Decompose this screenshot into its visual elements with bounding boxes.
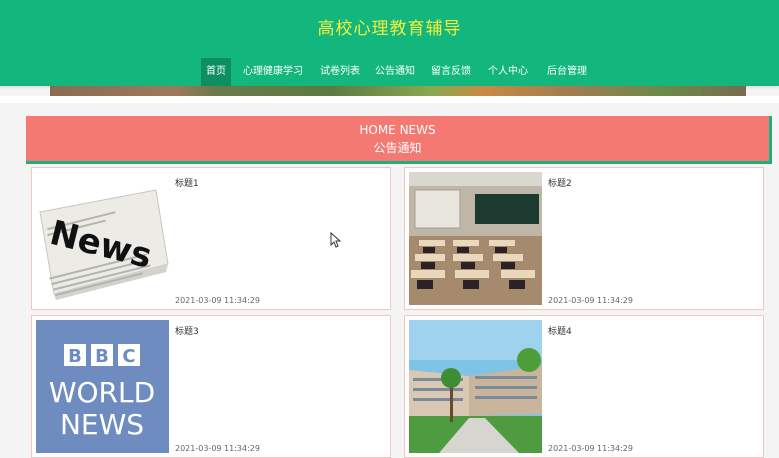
classroom-image[interactable] — [409, 172, 542, 305]
nav-item-home[interactable]: 首页 — [201, 58, 231, 86]
nav-item-mental-health-study[interactable]: 心理健康学习 — [238, 58, 308, 86]
card-date: 2021-03-09 11:34:29 — [548, 296, 633, 305]
banner-image — [50, 86, 746, 96]
campus-image[interactable] — [409, 320, 542, 453]
banner-gap — [0, 96, 779, 103]
card-date: 2021-03-09 11:34:29 — [175, 296, 260, 305]
bbc-letter: C — [122, 346, 135, 367]
news-word: NEWS — [60, 408, 144, 441]
card-title[interactable]: 标题3 — [175, 324, 199, 337]
main-nav: 首页 心理健康学习 试卷列表 公告通知 留言反馈 个人中心 后台管理 — [0, 58, 779, 86]
card-title[interactable]: 标题2 — [548, 176, 572, 189]
card-date: 2021-03-09 11:34:29 — [548, 444, 633, 453]
site-title: 高校心理教育辅导 — [317, 19, 462, 39]
news-heading-en: HOME NEWS — [359, 123, 436, 137]
site-header: 高校心理教育辅导 — [0, 0, 779, 59]
news-card[interactable]: B B C WORLD NEWS 标题3 2021-03-09 11:34:29 — [31, 315, 391, 458]
bbc-world-news-image[interactable]: B B C WORLD NEWS — [36, 320, 169, 453]
nav-item-feedback[interactable]: 留言反馈 — [426, 58, 476, 86]
newspaper-image[interactable]: News — [36, 172, 169, 305]
nav-item-exam-list[interactable]: 试卷列表 — [315, 58, 365, 86]
bbc-letter: B — [95, 346, 109, 367]
bbc-letter: B — [68, 346, 82, 367]
mouse-cursor-icon — [330, 231, 342, 248]
news-section-header: HOME NEWS 公告通知 — [26, 116, 772, 164]
nav-item-announcements[interactable]: 公告通知 — [370, 58, 420, 86]
card-date: 2021-03-09 11:34:29 — [175, 444, 260, 453]
news-card[interactable]: 标题2 2021-03-09 11:34:29 — [404, 167, 764, 310]
card-title[interactable]: 标题4 — [548, 324, 572, 337]
news-heading-cn: 公告通知 — [373, 141, 422, 155]
nav-item-personal-center[interactable]: 个人中心 — [483, 58, 533, 86]
world-word: WORLD — [49, 376, 155, 409]
nav-item-admin[interactable]: 后台管理 — [542, 58, 592, 86]
card-title[interactable]: 标题1 — [175, 176, 199, 189]
news-card[interactable]: 标题4 2021-03-09 11:34:29 — [404, 315, 764, 458]
